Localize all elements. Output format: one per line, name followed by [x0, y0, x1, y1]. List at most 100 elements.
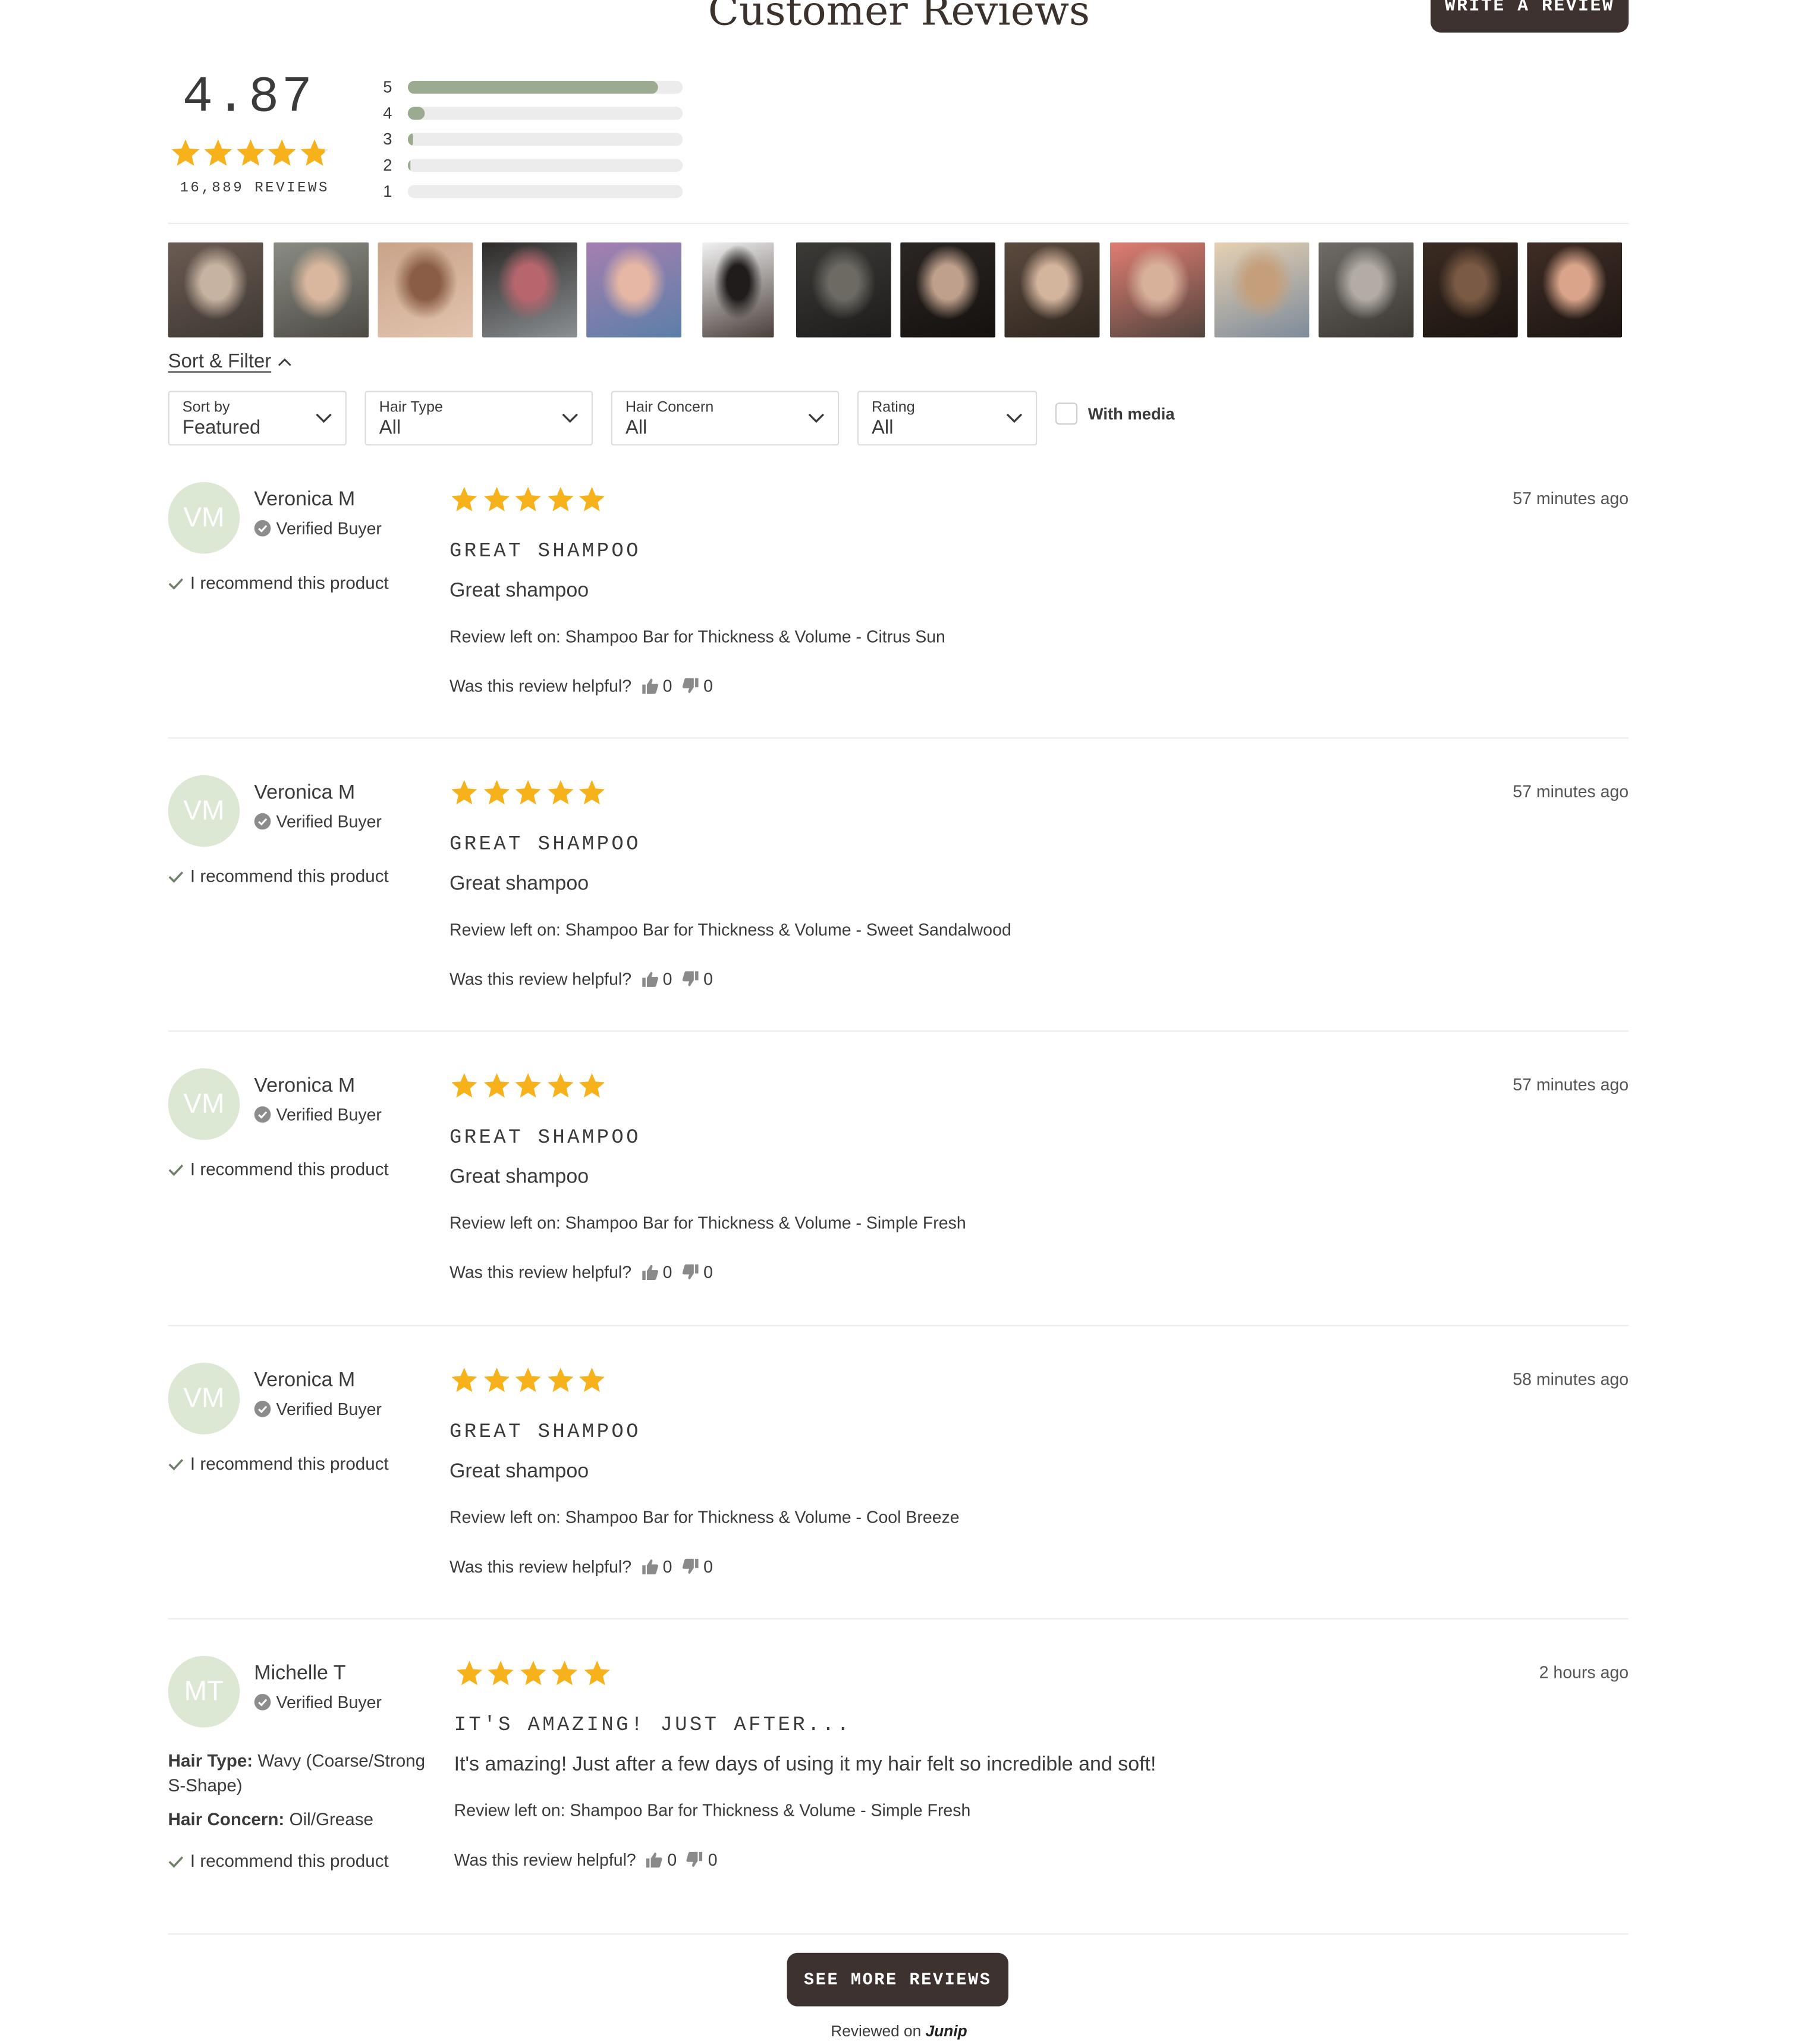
recommend-label: I recommend this product — [190, 1851, 389, 1871]
hair-concern-value: All — [625, 417, 647, 439]
thumbs-down-button[interactable]: 0 — [681, 1557, 713, 1576]
chevron-down-icon — [316, 413, 332, 423]
avatar: MT — [168, 1656, 240, 1728]
rating-select[interactable]: Rating All — [857, 391, 1038, 446]
hair-type-attribute: Hair Type: Wavy (Coarse/Strong S-Shape) — [168, 1749, 429, 1798]
review-photo-thumbnail[interactable] — [586, 242, 682, 338]
review-photo-thumbnail[interactable] — [274, 242, 369, 338]
star-icon — [515, 1367, 542, 1392]
star-icon — [515, 486, 542, 512]
review-photo-thumbnail[interactable] — [1109, 242, 1205, 338]
histogram-row[interactable]: 1 — [383, 178, 696, 205]
review-stars — [448, 778, 608, 806]
review-photo-thumbnail[interactable] — [168, 242, 263, 338]
histogram-fill — [407, 159, 411, 172]
thumbs-down-button[interactable]: 0 — [686, 1850, 718, 1870]
review-photo-thumbnail[interactable] — [900, 242, 996, 338]
histogram-row[interactable]: 3 — [383, 127, 696, 153]
review-photo-thumbnail[interactable] — [796, 242, 891, 338]
review-product: Review left on: Shampoo Bar for Thicknes… — [449, 1213, 966, 1232]
verified-label: Verified Buyer — [276, 1692, 382, 1712]
reviewer-name: Veronica M — [254, 488, 356, 511]
helpful-votes: Was this review helpful? 0 0 — [449, 676, 713, 696]
with-media-checkbox[interactable] — [1055, 402, 1078, 425]
review-product: Review left on: Shampoo Bar for Thicknes… — [449, 627, 945, 646]
star-icon — [204, 139, 232, 166]
checkmark-icon — [168, 577, 184, 589]
hair-concern-select[interactable]: Hair Concern All — [611, 391, 840, 446]
thumbs-down-button[interactable]: 0 — [681, 1262, 713, 1282]
review-photo-thumbnail[interactable] — [1004, 242, 1100, 338]
write-review-button[interactable]: WRITE A REVIEW — [1431, 0, 1629, 33]
avatar: VM — [168, 482, 240, 554]
review-item: VM Veronica M Verified Buyer I recommend… — [168, 775, 1629, 1036]
hair-type-select[interactable]: Hair Type All — [364, 391, 593, 446]
rating-label: Rating — [871, 400, 915, 416]
helpful-label: Was this review helpful? — [449, 1556, 632, 1577]
hair-type-label: Hair Type — [379, 400, 444, 416]
with-media-filter[interactable]: With media — [1055, 402, 1175, 425]
divider — [168, 1325, 1629, 1326]
hair-concern-attr-value: Oil/Grease — [289, 1809, 373, 1829]
powered-by: Reviewed on Junip — [0, 2022, 1798, 2040]
reviewer-name: Veronica M — [254, 781, 356, 804]
review-photo-thumbnail[interactable] — [702, 242, 774, 338]
upvote-count: 0 — [662, 1262, 672, 1282]
review-date: 57 minutes ago — [1513, 488, 1629, 508]
star-icon — [488, 1661, 514, 1685]
review-photo-thumbnail[interactable] — [482, 242, 577, 338]
review-product: Review left on: Shampoo Bar for Thicknes… — [454, 1800, 971, 1820]
divider — [168, 222, 1629, 224]
histogram-row[interactable]: 5 — [383, 74, 696, 100]
sort-by-select[interactable]: Sort by Featured — [168, 391, 347, 446]
review-body: Great shampoo — [449, 580, 589, 602]
helpful-label: Was this review helpful? — [449, 969, 632, 989]
recommend-label: I recommend this product — [190, 1159, 389, 1180]
review-title: GREAT SHAMPOO — [449, 1420, 641, 1444]
review-title: GREAT SHAMPOO — [449, 539, 641, 563]
histogram-row[interactable]: 4 — [383, 100, 696, 127]
thumbs-down-button[interactable]: 0 — [681, 676, 713, 696]
thumbs-down-icon — [687, 1851, 703, 1867]
verified-badge-icon — [254, 813, 271, 830]
histogram-track — [407, 159, 683, 172]
thumbs-up-button[interactable]: 0 — [640, 969, 672, 989]
see-more-reviews-button[interactable]: SEE MORE REVIEWS — [787, 1952, 1009, 2007]
thumbs-up-button[interactable]: 0 — [640, 1262, 672, 1282]
average-rating: 4.87 — [182, 69, 315, 127]
thumbs-up-button[interactable]: 0 — [645, 1850, 677, 1870]
thumbs-down-button[interactable]: 0 — [681, 969, 713, 989]
divider — [168, 737, 1629, 739]
star-icon — [579, 1367, 605, 1392]
thumbs-down-icon — [682, 678, 699, 693]
thumbs-up-button[interactable]: 0 — [640, 1556, 672, 1577]
review-photo-thumbnail[interactable] — [1318, 242, 1414, 338]
review-body: Great shampoo — [449, 1166, 589, 1188]
histogram-fill — [407, 106, 425, 120]
helpful-label: Was this review helpful? — [454, 1850, 636, 1870]
junip-logo[interactable]: Junip — [926, 2022, 967, 2040]
review-photo-thumbnail[interactable] — [1422, 242, 1518, 338]
checkmark-icon — [168, 870, 184, 882]
verified-label: Verified Buyer — [276, 1399, 382, 1419]
avatar: VM — [168, 775, 240, 847]
review-photo-thumbnail[interactable] — [378, 242, 473, 338]
review-photo-thumbnail[interactable] — [1214, 242, 1310, 338]
thumbs-up-button[interactable]: 0 — [640, 676, 672, 696]
star-icon — [520, 1661, 546, 1685]
with-media-label: With media — [1087, 404, 1175, 423]
histogram-star-label: 3 — [383, 130, 392, 149]
upvote-count: 0 — [662, 1556, 672, 1577]
review-photo-thumbnail[interactable] — [1527, 242, 1623, 338]
sort-by-label: Sort by — [182, 400, 230, 416]
review-product: Review left on: Shampoo Bar for Thicknes… — [449, 920, 1011, 939]
review-date: 57 minutes ago — [1513, 781, 1629, 801]
chevron-up-icon — [278, 357, 292, 366]
histogram-row[interactable]: 2 — [383, 152, 696, 178]
star-icon — [451, 1073, 477, 1098]
sort-filter-toggle[interactable]: Sort & Filter — [168, 350, 293, 373]
star-icon — [584, 1661, 610, 1685]
avatar: VM — [168, 1363, 240, 1435]
thumbs-up-icon — [642, 1265, 658, 1280]
thumbs-up-icon — [646, 1853, 663, 1868]
